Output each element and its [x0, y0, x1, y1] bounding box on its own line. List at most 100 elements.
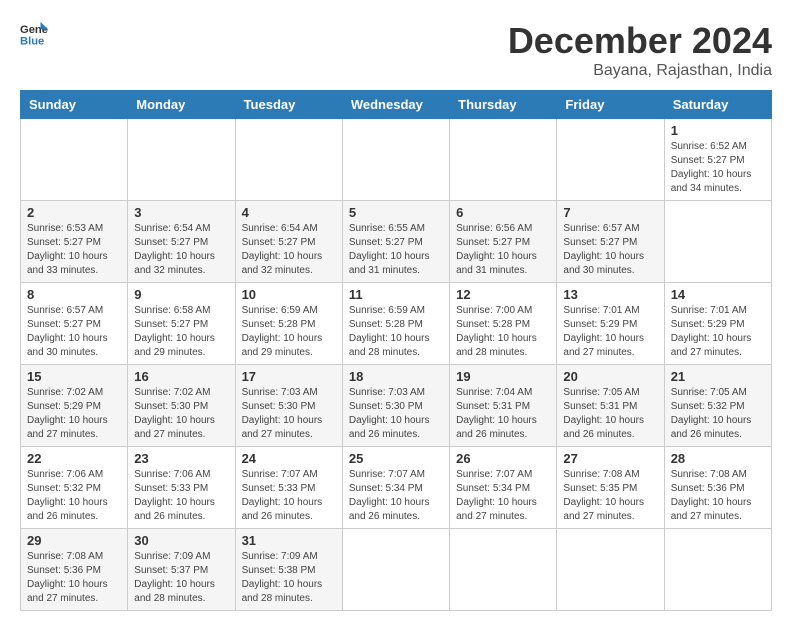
calendar-cell: 6 Sunrise: 6:56 AMSunset: 5:27 PMDaylight… — [450, 201, 557, 283]
calendar-cell: 18Sunrise: 7:03 AMSunset: 5:30 PMDayligh… — [342, 365, 449, 447]
calendar-cell: 29Sunrise: 7:08 AMSunset: 5:36 PMDayligh… — [21, 529, 128, 611]
day-number: 19 — [456, 369, 550, 384]
day-number: 17 — [242, 369, 336, 384]
calendar-cell: 9 Sunrise: 6:58 AMSunset: 5:27 PMDaylight… — [128, 283, 235, 365]
calendar-cell — [557, 119, 664, 201]
calendar-cell: 21 Sunrise: 7:05 AMSunset: 5:32 PMDayligh… — [664, 365, 771, 447]
calendar-cell — [128, 119, 235, 201]
calendar-cell: 28 Sunrise: 7:08 AMSunset: 5:36 PMDayligh… — [664, 447, 771, 529]
day-info: Sunrise: 7:04 AMSunset: 5:31 PMDaylight:… — [456, 387, 537, 440]
day-number: 28 — [671, 451, 765, 466]
day-info: Sunrise: 6:58 AMSunset: 5:27 PMDaylight:… — [134, 305, 215, 358]
day-number: 6 — [456, 205, 550, 220]
calendar-cell: 27Sunrise: 7:08 AMSunset: 5:35 PMDayligh… — [557, 447, 664, 529]
day-number: 31 — [242, 533, 336, 548]
calendar-cell: 10 Sunrise: 6:59 AMSunset: 5:28 PMDayligh… — [235, 283, 342, 365]
day-info: Sunrise: 7:03 AMSunset: 5:30 PMDaylight:… — [349, 387, 430, 440]
calendar-cell: 5Sunrise: 6:55 AMSunset: 5:27 PMDaylight… — [342, 201, 449, 283]
day-number: 7 — [563, 205, 657, 220]
day-info: Sunrise: 6:55 AMSunset: 5:27 PMDaylight:… — [349, 223, 430, 276]
calendar-cell — [235, 119, 342, 201]
page-subtitle: Bayana, Rajasthan, India — [508, 62, 772, 80]
calendar-cell — [21, 119, 128, 201]
calendar-cell — [450, 529, 557, 611]
day-number: 20 — [563, 369, 657, 384]
calendar-cell: 22Sunrise: 7:06 AMSunset: 5:32 PMDayligh… — [21, 447, 128, 529]
calendar-cell: 31 Sunrise: 7:09 AMSunset: 5:38 PMDayligh… — [235, 529, 342, 611]
day-number: 2 — [27, 205, 121, 220]
day-info: Sunrise: 7:08 AMSunset: 5:36 PMDaylight:… — [671, 469, 752, 522]
day-info: Sunrise: 7:09 AMSunset: 5:37 PMDaylight:… — [134, 551, 215, 604]
title-block: December 2024 Bayana, Rajasthan, India — [508, 20, 772, 80]
calendar-cell: 1Sunrise: 6:52 AMSunset: 5:27 PMDaylight… — [664, 119, 771, 201]
day-number: 23 — [134, 451, 228, 466]
day-info: Sunrise: 7:01 AMSunset: 5:29 PMDaylight:… — [563, 305, 644, 358]
day-info: Sunrise: 7:07 AMSunset: 5:34 PMDaylight:… — [456, 469, 537, 522]
day-number: 8 — [27, 287, 121, 302]
day-info: Sunrise: 6:52 AMSunset: 5:27 PMDaylight:… — [671, 141, 752, 194]
day-info: Sunrise: 7:01 AMSunset: 5:29 PMDaylight:… — [671, 305, 752, 358]
day-number: 30 — [134, 533, 228, 548]
calendar-cell: 11Sunrise: 6:59 AMSunset: 5:28 PMDayligh… — [342, 283, 449, 365]
day-number: 4 — [242, 205, 336, 220]
day-info: Sunrise: 7:06 AMSunset: 5:32 PMDaylight:… — [27, 469, 108, 522]
header-saturday: Saturday — [664, 91, 771, 119]
day-info: Sunrise: 7:02 AMSunset: 5:30 PMDaylight:… — [134, 387, 215, 440]
day-number: 12 — [456, 287, 550, 302]
calendar-cell: 20 Sunrise: 7:05 AMSunset: 5:31 PMDayligh… — [557, 365, 664, 447]
calendar-row: 1Sunrise: 6:52 AMSunset: 5:27 PMDaylight… — [21, 119, 772, 201]
day-info: Sunrise: 6:59 AMSunset: 5:28 PMDaylight:… — [349, 305, 430, 358]
calendar-cell — [450, 119, 557, 201]
day-number: 3 — [134, 205, 228, 220]
logo-icon: General Blue — [20, 20, 48, 48]
calendar-table: Sunday Monday Tuesday Wednesday Thursday… — [20, 90, 772, 611]
calendar-cell — [342, 119, 449, 201]
calendar-row: 2Sunrise: 6:53 AMSunset: 5:27 PMDaylight… — [21, 201, 772, 283]
day-info: Sunrise: 6:57 AMSunset: 5:27 PMDaylight:… — [27, 305, 108, 358]
day-info: Sunrise: 6:57 AMSunset: 5:27 PMDaylight:… — [563, 223, 644, 276]
calendar-cell: 26 Sunrise: 7:07 AMSunset: 5:34 PMDayligh… — [450, 447, 557, 529]
day-number: 25 — [349, 451, 443, 466]
calendar-cell: 17Sunrise: 7:03 AMSunset: 5:30 PMDayligh… — [235, 365, 342, 447]
day-number: 14 — [671, 287, 765, 302]
calendar-cell: 25 Sunrise: 7:07 AMSunset: 5:34 PMDayligh… — [342, 447, 449, 529]
calendar-cell: 23Sunrise: 7:06 AMSunset: 5:33 PMDayligh… — [128, 447, 235, 529]
day-number: 21 — [671, 369, 765, 384]
calendar-row: 15Sunrise: 7:02 AMSunset: 5:29 PMDayligh… — [21, 365, 772, 447]
day-number: 26 — [456, 451, 550, 466]
calendar-cell: 8 Sunrise: 6:57 AMSunset: 5:27 PMDaylight… — [21, 283, 128, 365]
day-number: 29 — [27, 533, 121, 548]
day-number: 9 — [134, 287, 228, 302]
calendar-cell: 19 Sunrise: 7:04 AMSunset: 5:31 PMDayligh… — [450, 365, 557, 447]
calendar-cell: 2Sunrise: 6:53 AMSunset: 5:27 PMDaylight… — [21, 201, 128, 283]
day-info: Sunrise: 7:09 AMSunset: 5:38 PMDaylight:… — [242, 551, 323, 604]
svg-text:Blue: Blue — [20, 35, 44, 47]
header-thursday: Thursday — [450, 91, 557, 119]
calendar-cell: 12 Sunrise: 7:00 AMSunset: 5:28 PMDayligh… — [450, 283, 557, 365]
day-info: Sunrise: 7:07 AMSunset: 5:33 PMDaylight:… — [242, 469, 323, 522]
day-info: Sunrise: 7:07 AMSunset: 5:34 PMDaylight:… — [349, 469, 430, 522]
day-info: Sunrise: 7:05 AMSunset: 5:31 PMDaylight:… — [563, 387, 644, 440]
calendar-cell: 13Sunrise: 7:01 AMSunset: 5:29 PMDayligh… — [557, 283, 664, 365]
page-header: General Blue December 2024 Bayana, Rajas… — [20, 20, 772, 80]
calendar-cell: 3Sunrise: 6:54 AMSunset: 5:27 PMDaylight… — [128, 201, 235, 283]
day-number: 10 — [242, 287, 336, 302]
day-number: 16 — [134, 369, 228, 384]
header-monday: Monday — [128, 91, 235, 119]
calendar-row: 8 Sunrise: 6:57 AMSunset: 5:27 PMDaylight… — [21, 283, 772, 365]
day-number: 24 — [242, 451, 336, 466]
logo: General Blue — [20, 20, 48, 48]
header-friday: Friday — [557, 91, 664, 119]
day-info: Sunrise: 7:05 AMSunset: 5:32 PMDaylight:… — [671, 387, 752, 440]
calendar-row: 22Sunrise: 7:06 AMSunset: 5:32 PMDayligh… — [21, 447, 772, 529]
page-title: December 2024 — [508, 20, 772, 62]
calendar-cell: 7 Sunrise: 6:57 AMSunset: 5:27 PMDaylight… — [557, 201, 664, 283]
calendar-cell: 16 Sunrise: 7:02 AMSunset: 5:30 PMDayligh… — [128, 365, 235, 447]
day-number: 27 — [563, 451, 657, 466]
day-info: Sunrise: 7:00 AMSunset: 5:28 PMDaylight:… — [456, 305, 537, 358]
day-info: Sunrise: 6:56 AMSunset: 5:27 PMDaylight:… — [456, 223, 537, 276]
calendar-cell: 14 Sunrise: 7:01 AMSunset: 5:29 PMDayligh… — [664, 283, 771, 365]
day-number: 15 — [27, 369, 121, 384]
calendar-row: 29Sunrise: 7:08 AMSunset: 5:36 PMDayligh… — [21, 529, 772, 611]
day-info: Sunrise: 6:59 AMSunset: 5:28 PMDaylight:… — [242, 305, 323, 358]
